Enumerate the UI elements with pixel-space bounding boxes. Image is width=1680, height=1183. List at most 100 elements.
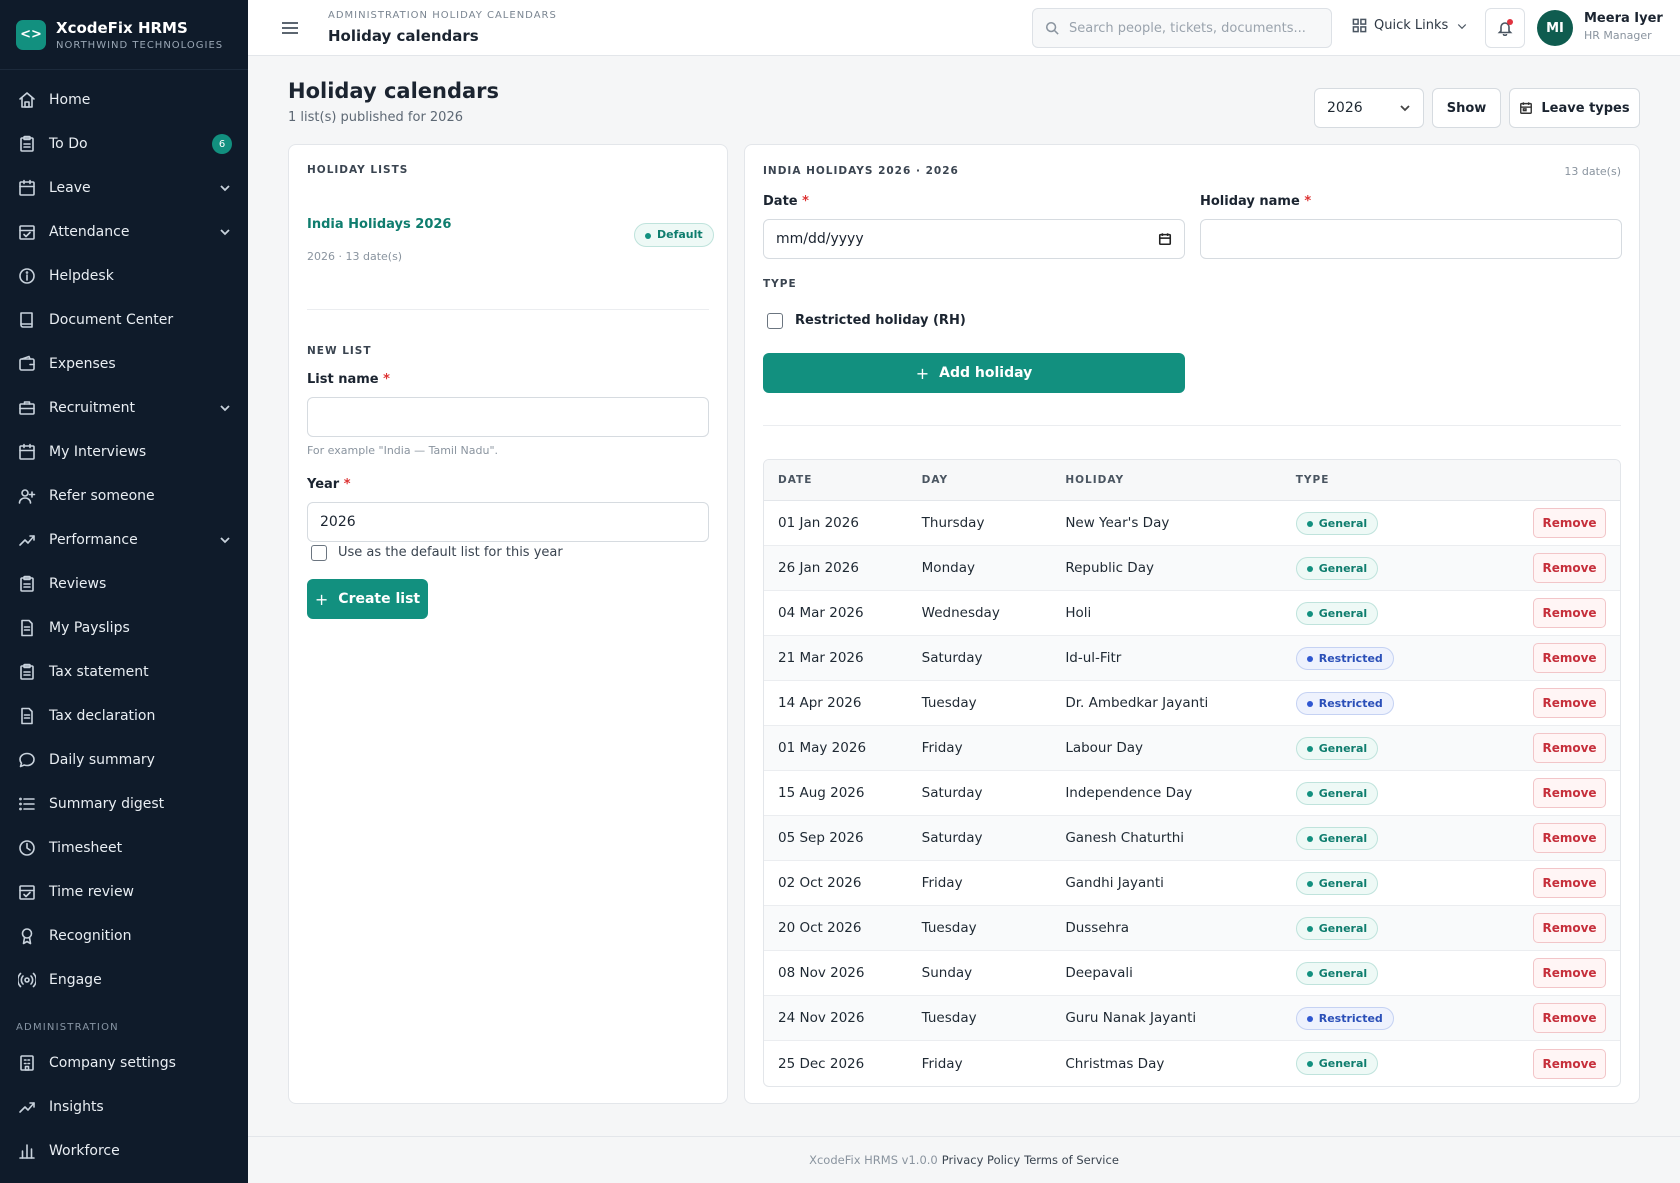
divider bbox=[763, 425, 1621, 426]
sidebar-item-workforce[interactable]: Workforce bbox=[0, 1129, 248, 1173]
sidebar-item-label: Document Center bbox=[49, 312, 174, 328]
holiday-type-badge: Restricted bbox=[1295, 646, 1394, 670]
holiday-name: Gandhi Jayanti bbox=[1065, 875, 1164, 891]
remove-button[interactable]: Remove bbox=[1533, 913, 1606, 943]
remove-button[interactable]: Remove bbox=[1533, 688, 1606, 718]
user-name[interactable]: Meera Iyer bbox=[1584, 11, 1663, 26]
remove-button[interactable]: Remove bbox=[1533, 553, 1606, 583]
sidebar-item-my-interviews[interactable]: My Interviews bbox=[0, 430, 248, 474]
remove-button[interactable]: Remove bbox=[1533, 508, 1606, 538]
sidebar-item-reviews[interactable]: Reviews bbox=[0, 562, 248, 606]
sidebar-item-label: Helpdesk bbox=[49, 268, 114, 284]
sidebar-item-daily-summary[interactable]: Daily summary bbox=[0, 738, 248, 782]
calendar-icon[interactable] bbox=[1158, 232, 1172, 246]
notifications-button[interactable] bbox=[1485, 8, 1525, 48]
sidebar-item-recognition[interactable]: Recognition bbox=[0, 914, 248, 958]
menu-icon[interactable] bbox=[280, 18, 300, 38]
sidebar-item-insights[interactable]: Insights bbox=[0, 1085, 248, 1129]
sidebar-item-company-settings[interactable]: Company settings bbox=[0, 1041, 248, 1085]
holiday-name: Deepavali bbox=[1065, 965, 1133, 981]
table-body: 01 Jan 2026 Thursday New Year's Day General… bbox=[764, 501, 1620, 1086]
notification-dot bbox=[1507, 19, 1513, 25]
type-heading: TYPE bbox=[763, 278, 797, 290]
default-checkbox-label[interactable]: Use as the default list for this year bbox=[338, 545, 563, 560]
holiday-name: Guru Nanak Jayanti bbox=[1065, 1010, 1197, 1026]
remove-button[interactable]: Remove bbox=[1533, 1003, 1606, 1033]
holiday-type-badge: General bbox=[1295, 736, 1379, 760]
message-icon bbox=[18, 751, 36, 769]
add-holiday-button[interactable]: + Add holiday bbox=[763, 353, 1185, 393]
sidebar-item-engage[interactable]: Engage bbox=[0, 958, 248, 1002]
sidebar-item-home[interactable]: Home bbox=[0, 78, 248, 122]
search-box[interactable] bbox=[1032, 8, 1332, 48]
sidebar-item-to-do[interactable]: To Do 6 bbox=[0, 122, 248, 166]
brand[interactable]: <> XcodeFix HRMS NORTHWIND TECHNOLOGIES bbox=[0, 0, 248, 70]
sidebar-item-tax-statement[interactable]: Tax statement bbox=[0, 650, 248, 694]
terms-link[interactable]: Terms of Service bbox=[1024, 1153, 1119, 1167]
holiday-day: Tuesday bbox=[921, 920, 977, 936]
sidebar-item-refer-someone[interactable]: Refer someone bbox=[0, 474, 248, 518]
holidays-table: DATE DAY HOLIDAY TYPE 01 Jan 2026 Thursda… bbox=[763, 459, 1621, 1087]
leave-types-button[interactable]: Leave types bbox=[1509, 88, 1640, 128]
create-list-button[interactable]: + Create list bbox=[307, 579, 428, 619]
sidebar-item-recruitment[interactable]: Recruitment bbox=[0, 386, 248, 430]
year-select[interactable]: 2026 bbox=[1314, 88, 1424, 128]
holiday-type-badge: General bbox=[1295, 601, 1379, 625]
clock-icon bbox=[18, 839, 36, 857]
sidebar: <> XcodeFix HRMS NORTHWIND TECHNOLOGIES … bbox=[0, 0, 248, 1183]
sidebar-item-my-payslips[interactable]: My Payslips bbox=[0, 606, 248, 650]
search-input[interactable] bbox=[1069, 20, 1319, 36]
remove-button[interactable]: Remove bbox=[1533, 823, 1606, 853]
home-icon bbox=[18, 91, 36, 109]
search-icon bbox=[1045, 21, 1059, 35]
remove-button[interactable]: Remove bbox=[1533, 643, 1606, 673]
todo-count-badge: 6 bbox=[212, 134, 232, 154]
sidebar-item-helpdesk[interactable]: Helpdesk bbox=[0, 254, 248, 298]
sidebar-item-expenses[interactable]: Expenses bbox=[0, 342, 248, 386]
restricted-checkbox[interactable] bbox=[767, 313, 783, 329]
remove-button[interactable]: Remove bbox=[1533, 868, 1606, 898]
remove-button[interactable]: Remove bbox=[1533, 1048, 1606, 1079]
sidebar-item-attendance[interactable]: Attendance bbox=[0, 210, 248, 254]
broadcast-icon bbox=[17, 971, 37, 989]
col-day: DAY bbox=[921, 474, 949, 486]
year-input[interactable] bbox=[307, 502, 709, 542]
sidebar-item-label: Tax declaration bbox=[49, 708, 156, 724]
table-row: 24 Nov 2026 Tuesday Guru Nanak Jayanti Rest… bbox=[764, 996, 1620, 1041]
calendar-check-icon bbox=[18, 223, 36, 241]
date-input[interactable]: mm/dd/yyyy bbox=[763, 219, 1185, 259]
list-name-input[interactable] bbox=[307, 397, 709, 437]
holiday-list-link[interactable]: India Holidays 2026 bbox=[307, 217, 451, 232]
restricted-checkbox-label[interactable]: Restricted holiday (RH) bbox=[795, 313, 966, 328]
show-button[interactable]: Show bbox=[1432, 88, 1501, 128]
privacy-link[interactable]: Privacy Policy bbox=[942, 1153, 1020, 1167]
remove-button[interactable]: Remove bbox=[1533, 778, 1606, 808]
holiday-day: Thursday bbox=[921, 515, 985, 531]
sidebar-item-document-center[interactable]: Document Center bbox=[0, 298, 248, 342]
sidebar-item-label: Engage bbox=[49, 972, 102, 988]
holiday-name-label: Holiday name * bbox=[1200, 194, 1312, 209]
sidebar-item-label: Leave bbox=[49, 180, 91, 196]
sidebar-item-performance[interactable]: Performance bbox=[0, 518, 248, 562]
sidebar-item-summary-digest[interactable]: Summary digest bbox=[0, 782, 248, 826]
sidebar-item-timesheet[interactable]: Timesheet bbox=[0, 826, 248, 870]
holiday-date: 04 Mar 2026 bbox=[778, 605, 864, 621]
holiday-name-input[interactable] bbox=[1200, 219, 1622, 259]
calendar-check-icon bbox=[18, 883, 36, 901]
remove-button[interactable]: Remove bbox=[1533, 958, 1606, 988]
remove-button[interactable]: Remove bbox=[1533, 598, 1606, 628]
sidebar-item-tax-declaration[interactable]: Tax declaration bbox=[0, 694, 248, 738]
holiday-date: 15 Aug 2026 bbox=[778, 785, 865, 801]
sidebar-item-label: To Do bbox=[49, 136, 88, 152]
file-icon bbox=[18, 707, 36, 725]
default-checkbox[interactable] bbox=[311, 545, 327, 561]
avatar[interactable]: MI bbox=[1537, 10, 1573, 46]
remove-button[interactable]: Remove bbox=[1533, 733, 1606, 763]
sidebar-item-leave[interactable]: Leave bbox=[0, 166, 248, 210]
holiday-date: 02 Oct 2026 bbox=[778, 875, 862, 891]
sidebar-item-time-review[interactable]: Time review bbox=[0, 870, 248, 914]
user-role: HR Manager bbox=[1584, 29, 1652, 42]
holiday-day: Friday bbox=[921, 875, 963, 891]
quick-links-button[interactable]: Quick Links bbox=[1352, 18, 1468, 33]
holiday-type-badge: Restricted bbox=[1295, 691, 1394, 715]
